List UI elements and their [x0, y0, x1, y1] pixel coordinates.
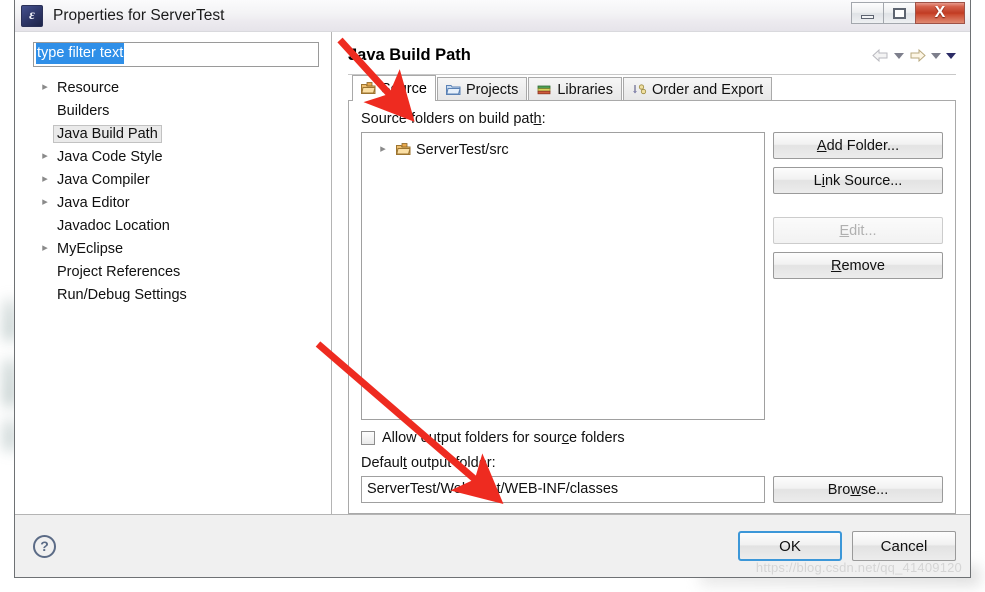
settings-sidebar: type filter text ▸ Resource Builders Jav…: [15, 32, 332, 514]
close-button[interactable]: X: [915, 2, 965, 24]
dialog-footer: ? OK Cancel https://blog.csdn.net/qq_414…: [15, 514, 970, 577]
build-path-tabs: Source Projects Libraries Order and Expo…: [348, 75, 956, 101]
source-actions: Add Folder... Li nk Source... Edit... Rem…: [773, 132, 943, 420]
allow-output-folders-row[interactable]: Allow output folders for source folders: [361, 430, 943, 446]
tab-source[interactable]: Source: [352, 75, 436, 101]
back-dropdown-icon[interactable]: [894, 52, 904, 59]
build-path-page: Java Build Path Source Projects Librarie…: [332, 32, 970, 514]
sidebar-item-resource[interactable]: ▸ Resource: [15, 76, 331, 99]
source-folder-icon: [361, 82, 376, 94]
sidebar-item-builders[interactable]: Builders: [15, 99, 331, 122]
tab-label: Libraries: [557, 81, 613, 98]
window-title: Properties for ServerTest: [53, 6, 225, 24]
forward-dropdown-icon[interactable]: [931, 52, 941, 59]
tab-libraries[interactable]: Libraries: [528, 77, 622, 101]
open-folder-icon: [445, 85, 461, 95]
window-controls: X: [851, 2, 965, 24]
allow-output-folders-label: Allow output folders for source folders: [382, 430, 625, 446]
sidebar-item-label: Project References: [57, 263, 181, 280]
sidebar-item-label: Java Editor: [57, 194, 130, 211]
expand-arrow-icon[interactable]: ▸: [37, 197, 53, 208]
page-navigation: [872, 44, 956, 63]
expand-arrow-icon[interactable]: ▸: [37, 82, 53, 93]
filter-input[interactable]: type filter text: [33, 42, 319, 67]
more-dropdown-icon[interactable]: [946, 52, 956, 59]
sidebar-item-label: MyEclipse: [57, 240, 124, 257]
default-output-folder-label: Default output folder:: [361, 455, 496, 471]
label-text: Source folders on build pat: [361, 111, 534, 127]
sidebar-item-java-code-style[interactable]: ▸ Java Code Style: [15, 145, 331, 168]
default-output-folder-value: ServerTest/WebRoot/WEB-INF/classes: [367, 481, 619, 497]
sidebar-item-label: Java Compiler: [57, 171, 150, 188]
list-item[interactable]: ▸ ServerTest/src: [366, 139, 760, 160]
minimize-button[interactable]: [851, 2, 884, 24]
sidebar-item-label: Run/Debug Settings: [57, 286, 187, 303]
tab-label: Source: [381, 80, 427, 97]
source-tab-panel: Source folders on build path: ▸ ServerTe…: [348, 100, 956, 514]
sidebar-item-run-debug-settings[interactable]: Run/Debug Settings: [15, 283, 331, 306]
sidebar-item-label: Java Build Path: [53, 124, 162, 143]
expand-arrow-icon[interactable]: ▸: [37, 243, 53, 254]
source-folders-list[interactable]: ▸ ServerTest/src: [361, 132, 765, 420]
sidebar-item-label: Resource: [57, 79, 120, 96]
link-source-button[interactable]: Li nk Source...: [773, 167, 943, 194]
tab-label: Projects: [465, 81, 519, 98]
restore-button[interactable]: [883, 2, 916, 24]
title-bar[interactable]: ε Properties for ServerTest X: [15, 0, 970, 32]
page-title: Java Build Path: [348, 46, 471, 64]
watermark: https://blog.csdn.net/qq_41409120: [755, 560, 962, 575]
eclipse-app-icon: ε: [21, 4, 43, 27]
source-folder-icon: [396, 143, 411, 155]
cancel-button[interactable]: Cancel: [852, 531, 956, 561]
label-mnemonic: h: [533, 111, 542, 127]
expand-arrow-icon[interactable]: ▸: [37, 151, 53, 162]
sidebar-item-label: Java Code Style: [57, 148, 163, 165]
source-folders-label: Source folders on build path:: [361, 111, 943, 127]
ok-button[interactable]: OK: [738, 531, 842, 561]
sidebar-item-java-build-path[interactable]: Java Build Path: [15, 122, 331, 145]
filter-input-value: type filter text: [36, 43, 125, 64]
allow-output-folders-checkbox[interactable]: [361, 431, 375, 445]
help-icon[interactable]: ?: [33, 534, 56, 558]
sidebar-item-label: Builders: [57, 102, 110, 119]
add-folder-button[interactable]: Add Folder...: [773, 132, 943, 159]
tab-projects[interactable]: Projects: [436, 77, 528, 101]
forward-arrow-icon[interactable]: [909, 48, 926, 63]
books-icon: [537, 85, 551, 95]
sidebar-item-java-editor[interactable]: ▸ Java Editor: [15, 191, 331, 214]
order-export-icon: [632, 84, 647, 95]
default-output-folder-input[interactable]: ServerTest/WebRoot/WEB-INF/classes: [361, 476, 765, 503]
sidebar-item-javadoc-location[interactable]: Javadoc Location: [15, 214, 331, 237]
browse-button[interactable]: Bro w se...: [773, 476, 943, 503]
close-icon: X: [934, 4, 946, 21]
sidebar-item-label: Javadoc Location: [57, 217, 170, 234]
back-arrow-icon[interactable]: [872, 48, 889, 63]
edit-button: Edit...: [773, 217, 943, 244]
sidebar-item-myeclipse[interactable]: ▸ MyEclipse: [15, 237, 331, 260]
expand-arrow-icon[interactable]: ▸: [375, 144, 391, 155]
list-item-label: ServerTest/src: [416, 141, 509, 158]
tab-order-and-export[interactable]: Order and Export: [622, 77, 773, 101]
sidebar-item-java-compiler[interactable]: ▸ Java Compiler: [15, 168, 331, 191]
settings-tree: ▸ Resource Builders Java Build Path ▸ Ja…: [15, 76, 331, 306]
expand-arrow-icon[interactable]: ▸: [37, 174, 53, 185]
remove-button[interactable]: Remove: [773, 252, 943, 279]
label-suffix: :: [541, 111, 546, 127]
tab-label: Order and Export: [651, 81, 764, 98]
sidebar-item-project-references[interactable]: Project References: [15, 260, 331, 283]
properties-dialog: ε Properties for ServerTest X type filte…: [14, 0, 971, 578]
